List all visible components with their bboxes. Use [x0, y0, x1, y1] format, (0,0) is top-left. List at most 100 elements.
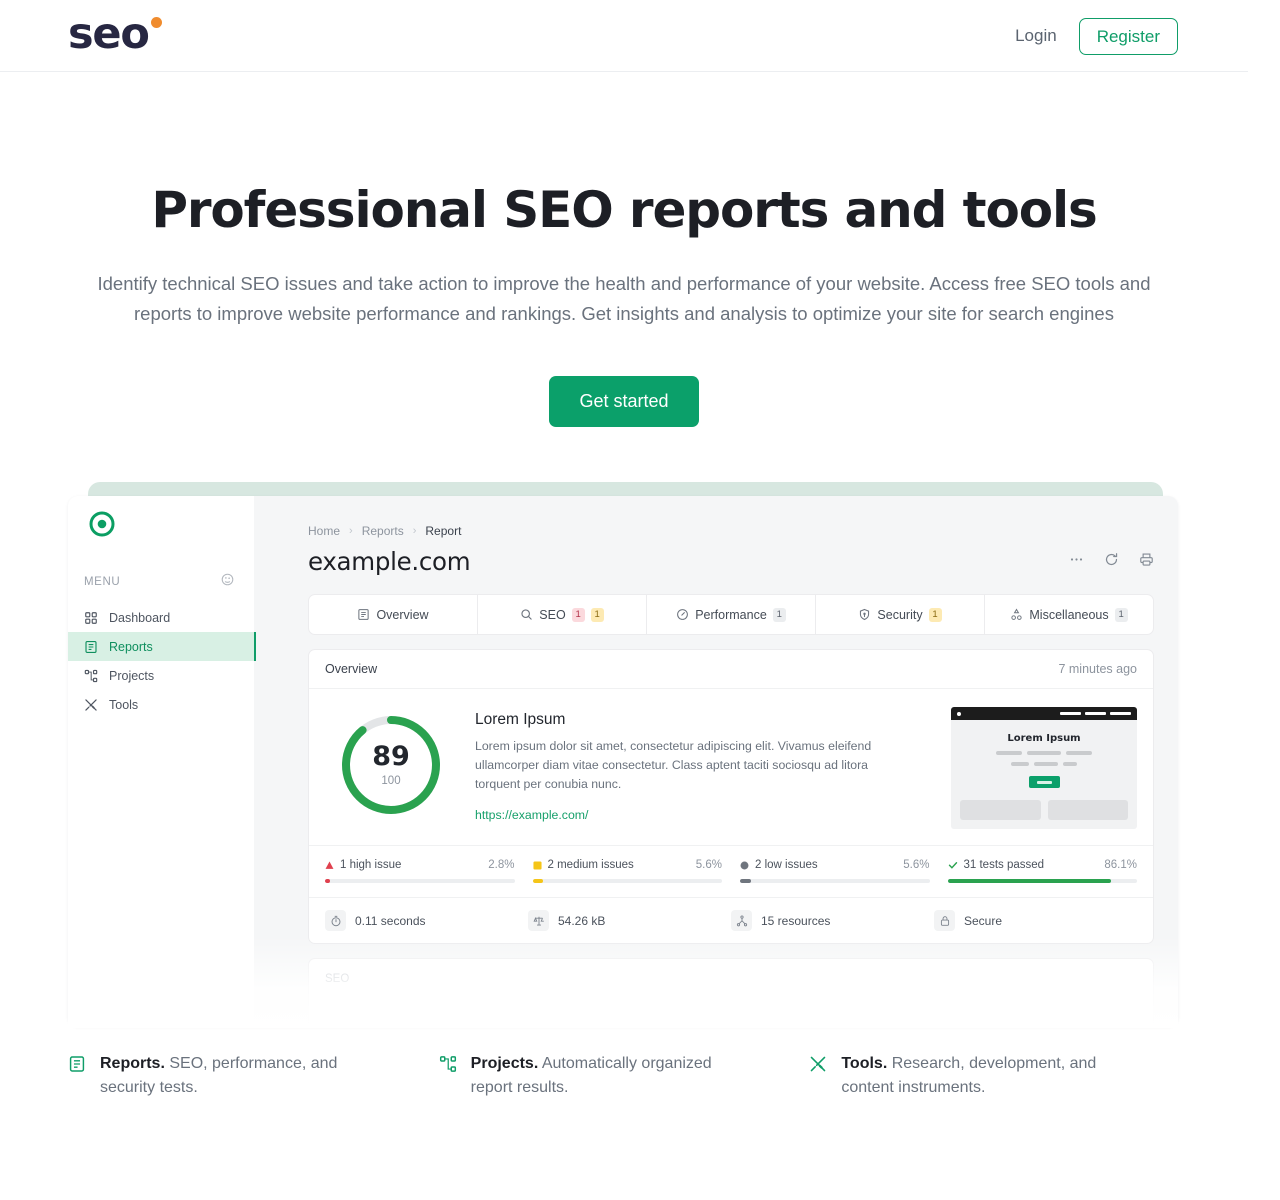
thumbnail-page-body: Lorem Ipsum — [951, 720, 1137, 820]
projects-icon — [84, 669, 98, 683]
tab-security[interactable]: Security 1 — [816, 595, 985, 634]
brand-logo[interactable]: seo — [68, 13, 162, 56]
overview-card-header: Overview 7 minutes ago — [309, 650, 1153, 689]
search-icon — [520, 608, 533, 621]
chevron-right-icon: › — [349, 525, 353, 537]
tab-performance[interactable]: Performance 1 — [647, 595, 816, 634]
overview-description: Lorem ipsum dolor sit amet, consectetur … — [475, 739, 872, 792]
site-url-link[interactable]: https://example.com/ — [475, 808, 933, 822]
report-title: example.com — [308, 547, 471, 576]
breadcrumb-current: Report — [425, 524, 462, 538]
circle-info-icon — [740, 861, 749, 869]
thumbnail-browser-bar — [951, 707, 1137, 720]
brand-logo-dot-icon — [150, 17, 162, 28]
sidebar-item-projects[interactable]: Projects — [68, 661, 254, 690]
nav-actions: Login Register — [1015, 0, 1178, 72]
issue-medium: 2 medium issues 5.6% — [532, 859, 741, 883]
feature-text: Reports. SEO, performance, and security … — [100, 1052, 381, 1100]
overview-updated-timestamp: 7 minutes ago — [1058, 662, 1137, 676]
tab-label: Security — [877, 607, 923, 622]
tab-miscellaneous[interactable]: Miscellaneous 1 — [985, 595, 1153, 634]
login-link[interactable]: Login — [1015, 26, 1057, 46]
sidebar-item-reports[interactable]: Reports — [68, 632, 256, 661]
gauge-icon — [676, 608, 689, 621]
report-header: example.com — [308, 547, 1154, 576]
issue-percent: 5.6% — [695, 859, 722, 871]
browser-tab-bar — [1060, 711, 1081, 716]
feature-text: Projects. Automatically organized report… — [471, 1052, 752, 1100]
tab-label: Miscellaneous — [1029, 607, 1109, 622]
tab-seo[interactable]: SEO 1 1 — [478, 595, 647, 634]
stat-resources: 15 resources — [731, 910, 934, 931]
hero-section: Professional SEO reports and tools Ident… — [0, 72, 1248, 428]
page-stats-row: 0.11 seconds 54.26 kB 15 resources Secur… — [309, 897, 1153, 943]
sidebar-item-label: Tools — [109, 697, 139, 712]
chevron-right-icon: › — [412, 525, 417, 537]
feature-reports: Reports. SEO, performance, and security … — [68, 1052, 439, 1100]
tab-overview[interactable]: Overview — [309, 595, 478, 634]
stat-page-weight: 54.26 kB — [528, 910, 731, 931]
tab-badge-count: 1 — [772, 607, 786, 622]
tools-icon — [84, 698, 98, 712]
site-preview-thumbnail: Lorem Ipsum — [951, 707, 1137, 829]
timer-icon — [325, 910, 346, 931]
issue-percent: 2.8% — [488, 859, 515, 871]
register-button[interactable]: Register — [1078, 17, 1178, 55]
report-icon — [84, 640, 98, 654]
browser-tab-bar — [1110, 711, 1131, 716]
more-icon[interactable] — [1069, 552, 1084, 572]
thumbnail-heading: Lorem Ipsum — [1007, 733, 1081, 744]
breadcrumb-home[interactable]: Home — [308, 524, 340, 538]
breadcrumb: Home › Reports › Report — [308, 524, 1154, 538]
tools-icon — [809, 1055, 827, 1073]
hero-cta-container: Get started — [0, 376, 1248, 428]
resources-icon — [731, 910, 752, 931]
breadcrumb-reports[interactable]: Reports — [362, 524, 404, 538]
misc-icon — [1010, 608, 1023, 621]
stat-label: 15 resources — [761, 913, 831, 928]
browser-dot-icon — [957, 711, 961, 716]
overview-body: 89 100 Lorem Ipsum Lorem ipsum dolor sit… — [309, 689, 1153, 845]
issue-label: 31 tests passed — [963, 859, 1045, 871]
theme-palette-icon[interactable] — [221, 573, 234, 591]
grid-icon — [84, 611, 98, 625]
sidebar-nav: Dashboard Reports Projects Tools — [68, 603, 256, 719]
weight-icon — [528, 910, 549, 931]
list-icon — [357, 608, 370, 621]
report-actions — [1069, 552, 1154, 572]
sidebar-item-tools[interactable]: Tools — [68, 690, 254, 719]
overview-card-title: Overview — [325, 662, 378, 676]
get-started-button[interactable]: Get started — [549, 376, 699, 428]
overview-card: Overview 7 minutes ago 89 100 Lorem Ipsu… — [308, 649, 1154, 944]
app-logo-icon[interactable] — [88, 510, 116, 538]
lock-icon — [934, 910, 955, 931]
feature-tools: Tools. Research, development, and conten… — [809, 1052, 1180, 1100]
stat-label: Secure — [964, 913, 1003, 928]
score-value: 89 — [372, 741, 410, 772]
overview-text: Lorem Ipsum Lorem ipsum dolor sit amet, … — [475, 707, 933, 829]
feature-projects: Projects. Automatically organized report… — [439, 1052, 810, 1100]
sidebar-item-dashboard[interactable]: Dashboard — [68, 603, 254, 632]
score-gauge: 89 100 — [339, 713, 443, 817]
stat-label: 54.26 kB — [558, 913, 606, 928]
brand-logo-text: seo — [68, 9, 150, 59]
refresh-icon[interactable] — [1104, 552, 1119, 572]
thumbnail-skeleton-row — [951, 751, 1137, 755]
feature-title: Reports. — [100, 1055, 165, 1072]
square-warning-icon — [532, 860, 542, 870]
top-navigation-bar: seo Login Register — [0, 0, 1248, 72]
sidebar-menu-header: MENU — [68, 569, 254, 595]
issue-percent: 86.1% — [1104, 859, 1137, 871]
thumbnail-cta-button — [1028, 776, 1060, 788]
print-icon[interactable] — [1139, 552, 1154, 572]
features-row: Reports. SEO, performance, and security … — [68, 1052, 1180, 1100]
issue-label: 2 low issues — [755, 859, 818, 871]
issue-high: 1 high issue 2.8% — [325, 859, 533, 883]
stat-load-time: 0.11 seconds — [325, 910, 528, 931]
triangle-warning-icon — [325, 861, 334, 869]
tab-badge-count: 1 — [928, 607, 942, 622]
tab-label: Overview — [376, 607, 429, 622]
issue-passed: 31 tests passed 86.1% — [947, 859, 1137, 883]
issue-label: 1 high issue — [340, 859, 402, 871]
thumbnail-skeleton-row — [951, 762, 1137, 766]
